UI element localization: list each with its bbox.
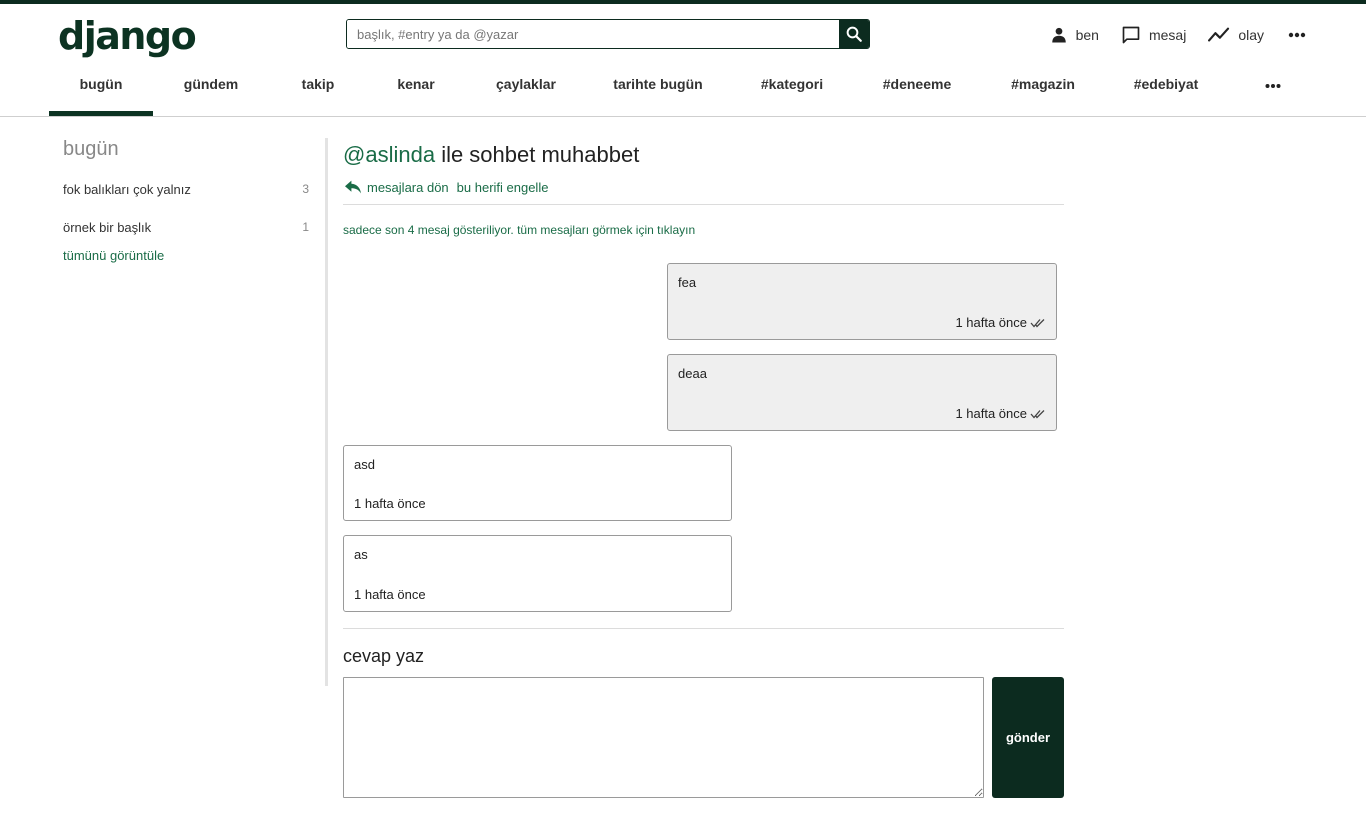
show-all-messages-link[interactable]: sadece son 4 mesaj gösteriliyor. tüm mes…: [343, 223, 1064, 237]
person-icon: [1051, 27, 1066, 43]
message-text: fea: [678, 275, 697, 290]
message-bubble-received: asd 1 hafta önce: [343, 445, 732, 521]
more-dots-icon: [1265, 84, 1281, 88]
title-suffix: ile sohbet muhabbet: [441, 142, 640, 167]
activity-label: olay: [1238, 27, 1264, 43]
messages-label: mesaj: [1148, 27, 1187, 43]
tab-deneeme[interactable]: #deneeme: [855, 64, 979, 116]
message-meta: 1 hafta önce: [354, 587, 426, 602]
double-check-icon: [1030, 318, 1045, 327]
top-accent-bar: [0, 0, 1366, 4]
search-bar: [346, 19, 870, 49]
send-button[interactable]: gönder: [992, 677, 1064, 798]
message-meta: 1 hafta önce: [955, 315, 1046, 330]
topic-count: 1: [302, 220, 309, 234]
message-time: 1 hafta önce: [955, 406, 1027, 421]
message-time: 1 hafta önce: [955, 315, 1027, 330]
sidebar: bugün fok balıkları çok yalnız 3 örnek b…: [63, 136, 309, 263]
show-all-link[interactable]: tümünü görüntüle: [63, 248, 309, 263]
search-button[interactable]: [839, 20, 869, 48]
profile-label: ben: [1075, 27, 1099, 43]
more-dots-icon: [1288, 32, 1306, 38]
back-to-messages-link[interactable]: mesajlara dön: [343, 179, 449, 195]
back-label: mesajlara dön: [367, 179, 449, 195]
message-meta: 1 hafta önce: [955, 406, 1046, 421]
divider: [343, 628, 1064, 629]
message-time: 1 hafta önce: [354, 587, 426, 602]
message-time: 1 hafta önce: [354, 496, 426, 511]
sidebar-topic[interactable]: fok balıkları çok yalnız 3: [63, 182, 309, 197]
block-user-link[interactable]: bu herifi engelle: [457, 180, 549, 195]
message-bubble-sent: deaa 1 hafta önce: [667, 354, 1057, 431]
tab-kenar[interactable]: kenar: [367, 64, 465, 116]
message-text: as: [354, 547, 368, 562]
sidebar-title: bugün: [63, 138, 119, 160]
nav-divider: [0, 116, 1366, 117]
tab-kategori[interactable]: #kategori: [729, 64, 855, 116]
profile-link[interactable]: ben: [1050, 26, 1099, 44]
sidebar-topic[interactable]: örnek bir başlık 1: [63, 220, 309, 235]
activity-link[interactable]: olay: [1208, 26, 1264, 44]
conversation-panel: @aslinda ile sohbet muhabbet mesajlara d…: [343, 140, 1064, 237]
message-meta: 1 hafta önce: [354, 496, 426, 511]
conversation-actions: mesajlara dön bu herifi engelle: [343, 179, 1064, 195]
more-categories-button[interactable]: [1225, 64, 1321, 116]
reply-arrow-icon: [345, 180, 361, 194]
tab-edebiyat[interactable]: #edebiyat: [1107, 64, 1225, 116]
topic-count: 3: [302, 182, 309, 196]
topic-title: örnek bir başlık: [63, 220, 152, 235]
topic-title: fok balıkları çok yalnız: [63, 182, 191, 197]
tab-bugun[interactable]: bugün: [49, 64, 153, 116]
message-text: deaa: [678, 366, 707, 381]
messages-link[interactable]: mesaj: [1121, 25, 1186, 45]
category-nav: bugün gündem takip kenar çaylaklar tarih…: [49, 64, 1321, 116]
double-check-icon: [1030, 409, 1045, 418]
message-text: asd: [354, 457, 375, 472]
sidebar-divider: [325, 138, 328, 686]
site-logo[interactable]: django: [58, 12, 197, 60]
tab-gundem[interactable]: gündem: [153, 64, 269, 116]
reply-textarea[interactable]: [343, 677, 984, 798]
message-bubble-sent: fea 1 hafta önce: [667, 263, 1057, 340]
page-title: @aslinda ile sohbet muhabbet: [343, 140, 1064, 170]
search-input[interactable]: [347, 20, 839, 48]
message-bubble-received: as 1 hafta önce: [343, 535, 732, 612]
activity-icon: [1208, 27, 1230, 42]
reply-title: cevap yaz: [343, 646, 425, 666]
tab-caylaklar[interactable]: çaylaklar: [465, 64, 587, 116]
divider: [343, 204, 1064, 205]
tab-tarihte-bugun[interactable]: tarihte bugün: [587, 64, 729, 116]
message-icon: [1122, 26, 1140, 44]
tab-magazin[interactable]: #magazin: [979, 64, 1107, 116]
user-nav: ben mesaj olay: [1028, 22, 1306, 48]
more-menu-button[interactable]: [1288, 32, 1306, 38]
tab-takip[interactable]: takip: [269, 64, 367, 116]
search-icon: [846, 26, 862, 42]
conversation-user-link[interactable]: @aslinda: [343, 142, 435, 167]
